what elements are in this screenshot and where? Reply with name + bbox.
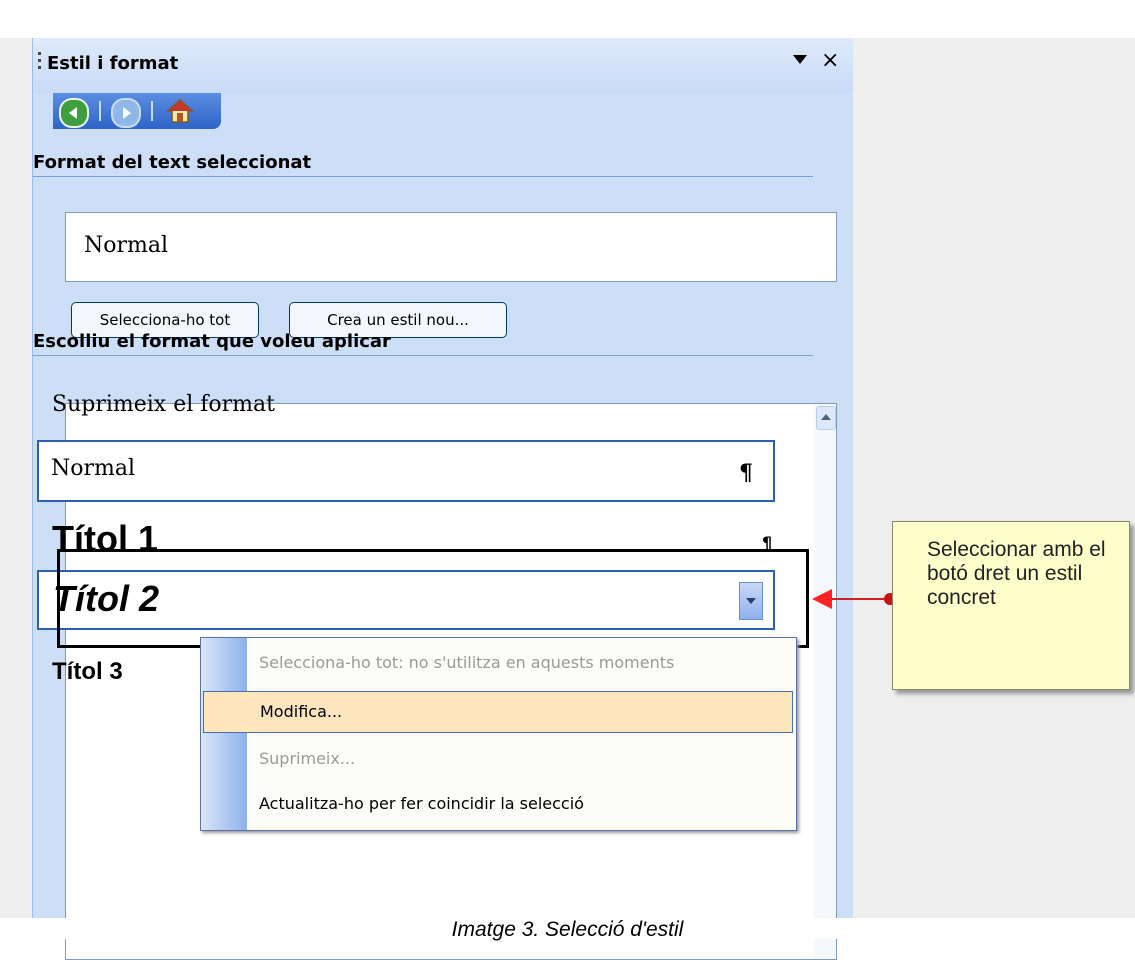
callout-note: Seleccionar amb el botó dret un estil co… — [892, 521, 1130, 690]
back-arrow-icon[interactable] — [59, 98, 89, 128]
section-heading-apply-format: Escolliu el format que voleu aplicar — [33, 331, 391, 352]
menu-item-select-all[interactable]: Selecciona-ho tot: no s'utilitza en aque… — [247, 643, 794, 683]
style-item-label: Normal — [51, 456, 136, 481]
close-icon[interactable]: × — [821, 48, 839, 74]
section-heading-current-format: Format del text seleccionat — [33, 152, 312, 173]
menu-item-update-to-match[interactable]: Actualitza-ho per fer coincidir la selec… — [247, 784, 794, 824]
section-divider — [33, 355, 813, 356]
current-style-value: Normal — [84, 233, 169, 258]
paragraph-mark-icon: ¶ — [739, 460, 753, 486]
arrow-head-icon — [812, 589, 832, 609]
top-margin — [0, 0, 1135, 38]
annotation-highlight-frame — [57, 549, 809, 648]
task-pane-title: Estil i format — [47, 53, 179, 74]
pane-menu-dropdown-icon[interactable] — [793, 55, 807, 64]
current-style-box[interactable]: Normal — [65, 212, 837, 282]
section-divider — [33, 176, 813, 177]
forward-arrow-icon[interactable] — [111, 98, 141, 128]
vertical-scrollbar[interactable] — [814, 404, 836, 959]
home-icon[interactable] — [165, 97, 195, 125]
scroll-up-icon[interactable] — [816, 406, 836, 430]
context-menu: Selecciona-ho tot: no s'utilitza en aque… — [200, 637, 797, 831]
figure-caption: Imatge 3. Selecció d'estil — [451, 918, 684, 941]
menu-item-modify[interactable]: Modifica... — [203, 691, 793, 733]
menu-item-delete[interactable]: Suprimeix... — [247, 739, 794, 779]
menu-icon-strip — [201, 638, 247, 830]
nav-separator — [151, 101, 153, 121]
callout-text: Seleccionar amb el botó dret un estil co… — [927, 538, 1106, 609]
navigation-bar — [53, 93, 221, 129]
task-pane-title-bar: Estil i format × — [33, 38, 853, 93]
style-item-normal[interactable]: Normal ¶ — [37, 440, 775, 502]
style-item-heading-3[interactable]: Títol 3 — [52, 658, 123, 686]
callout-connector — [830, 598, 890, 600]
style-item-clear-formatting[interactable]: Suprimeix el format — [52, 392, 275, 417]
nav-separator — [99, 101, 101, 121]
grip-handle-icon[interactable] — [38, 52, 41, 76]
